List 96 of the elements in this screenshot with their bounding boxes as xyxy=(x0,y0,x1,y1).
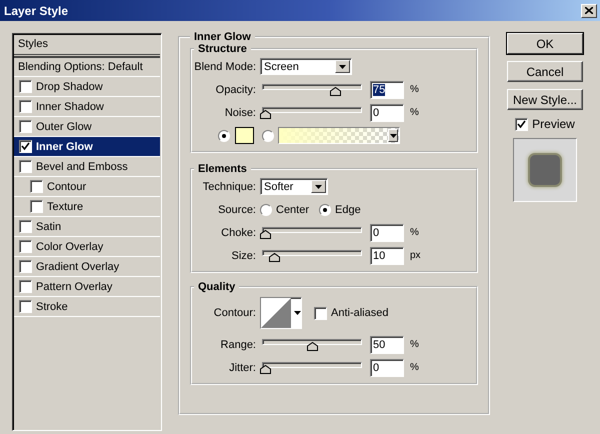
unit-label: % xyxy=(410,362,419,373)
group-title: Structure xyxy=(197,43,248,55)
slider-track[interactable] xyxy=(260,106,364,119)
field-label: Technique: xyxy=(202,180,257,192)
slider-label: Size: xyxy=(230,250,257,262)
style-item[interactable]: Inner Shadow xyxy=(14,97,160,117)
anti-aliased-checkbox[interactable]: Anti-aliased xyxy=(314,306,388,320)
unit-label: px xyxy=(410,250,421,261)
slider-track[interactable] xyxy=(260,249,364,262)
radio-option[interactable]: Edge xyxy=(319,204,361,216)
checkbox-label: Anti-aliased xyxy=(331,307,388,319)
slider-thumb[interactable] xyxy=(260,365,271,374)
slider-label: Range: xyxy=(220,338,257,350)
caret-icon xyxy=(294,311,301,315)
technique-dropdown[interactable]: Softer xyxy=(260,178,328,195)
slider-thumb[interactable] xyxy=(306,342,318,351)
field-label: Source: xyxy=(217,204,257,216)
slider-label: Opacity: xyxy=(214,84,257,96)
slider-track[interactable] xyxy=(260,361,364,374)
checkbox[interactable] xyxy=(19,240,32,253)
blend-mode-dropdown[interactable]: Screen xyxy=(260,58,352,75)
value-field[interactable]: 0 xyxy=(370,104,404,122)
glow-square-icon xyxy=(530,155,560,185)
unit-label: % xyxy=(410,227,419,238)
value-field[interactable]: 10 xyxy=(370,246,404,264)
caret-icon xyxy=(315,184,322,188)
check-icon xyxy=(517,120,526,128)
checkbox[interactable] xyxy=(19,280,32,293)
slider-label: Choke: xyxy=(220,226,257,238)
radio-button[interactable] xyxy=(218,130,230,142)
caret-icon xyxy=(390,134,396,138)
checkbox[interactable] xyxy=(19,80,32,93)
checkbox[interactable] xyxy=(19,120,32,133)
option-label: Edge xyxy=(335,204,361,216)
check-icon xyxy=(21,142,30,151)
checkbox[interactable] xyxy=(19,220,32,233)
close-button[interactable] xyxy=(581,4,597,18)
color-swatch[interactable] xyxy=(235,127,254,144)
style-item[interactable]: Stroke xyxy=(14,297,160,317)
value-field[interactable]: 50 xyxy=(370,336,404,354)
radio-button[interactable] xyxy=(262,130,274,142)
value-field[interactable]: 75 xyxy=(370,80,404,98)
radio-option[interactable]: Center xyxy=(260,204,310,216)
group-title: Elements xyxy=(197,163,248,175)
dialog-button[interactable]: OK xyxy=(507,33,583,54)
slider-track[interactable] xyxy=(260,83,364,96)
window-title: Layer Style xyxy=(4,4,68,18)
checkbox[interactable] xyxy=(314,306,327,320)
dialog-button[interactable]: Cancel xyxy=(507,61,583,82)
radio-button[interactable] xyxy=(260,204,272,216)
radio-button[interactable] xyxy=(319,204,332,216)
slider-track[interactable] xyxy=(260,338,364,351)
slider-thumb[interactable] xyxy=(260,230,271,239)
checkbox[interactable] xyxy=(30,200,43,213)
slider-thumb[interactable] xyxy=(269,253,280,262)
style-item[interactable]: Texture xyxy=(14,197,160,217)
style-item[interactable]: Contour xyxy=(14,177,160,197)
value-field[interactable]: 0 xyxy=(370,224,404,242)
style-item[interactable]: Inner Glow xyxy=(14,137,160,157)
slider-thumb[interactable] xyxy=(260,110,271,119)
close-icon xyxy=(585,7,593,14)
list-header: Styles xyxy=(14,35,160,57)
field-label: Contour: xyxy=(212,307,257,319)
style-item[interactable]: Bevel and Emboss xyxy=(14,157,160,177)
slider-label: Jitter: xyxy=(228,362,257,374)
slider-thumb[interactable] xyxy=(330,87,341,96)
style-item[interactable]: Gradient Overlay xyxy=(14,257,160,277)
checkbox[interactable] xyxy=(30,180,43,193)
contour-icon xyxy=(261,298,291,328)
unit-label: % xyxy=(410,107,419,118)
value-field[interactable]: 0 xyxy=(370,358,404,376)
checkbox[interactable] xyxy=(19,160,32,173)
style-item[interactable]: Drop Shadow xyxy=(14,77,160,97)
group-title: Quality xyxy=(197,281,236,293)
checkbox[interactable] xyxy=(19,100,32,113)
unit-label: % xyxy=(410,84,419,95)
field-label: Blend Mode: xyxy=(194,60,257,72)
caret-icon xyxy=(339,64,346,68)
dialog-button[interactable]: New Style... xyxy=(507,89,583,110)
checkbox-label: Preview xyxy=(532,117,575,131)
slider-track[interactable] xyxy=(260,226,364,239)
checkbox[interactable] xyxy=(19,260,32,273)
style-item[interactable]: Satin xyxy=(14,217,160,237)
checkbox[interactable] xyxy=(19,300,32,313)
preview-checkbox[interactable]: Preview xyxy=(515,117,575,131)
contour-picker[interactable] xyxy=(260,297,302,329)
gradient-dropdown[interactable] xyxy=(278,127,400,144)
style-item[interactable]: Blending Options: Default xyxy=(14,57,160,77)
slider-label: Noise: xyxy=(224,106,257,118)
style-item[interactable]: Pattern Overlay xyxy=(14,277,160,297)
style-item[interactable]: Color Overlay xyxy=(14,237,160,257)
option-label: Center xyxy=(276,204,310,216)
group-title: Inner Glow xyxy=(193,31,252,43)
checkbox[interactable] xyxy=(19,140,32,153)
checkbox[interactable] xyxy=(515,118,528,130)
unit-label: % xyxy=(410,339,419,350)
